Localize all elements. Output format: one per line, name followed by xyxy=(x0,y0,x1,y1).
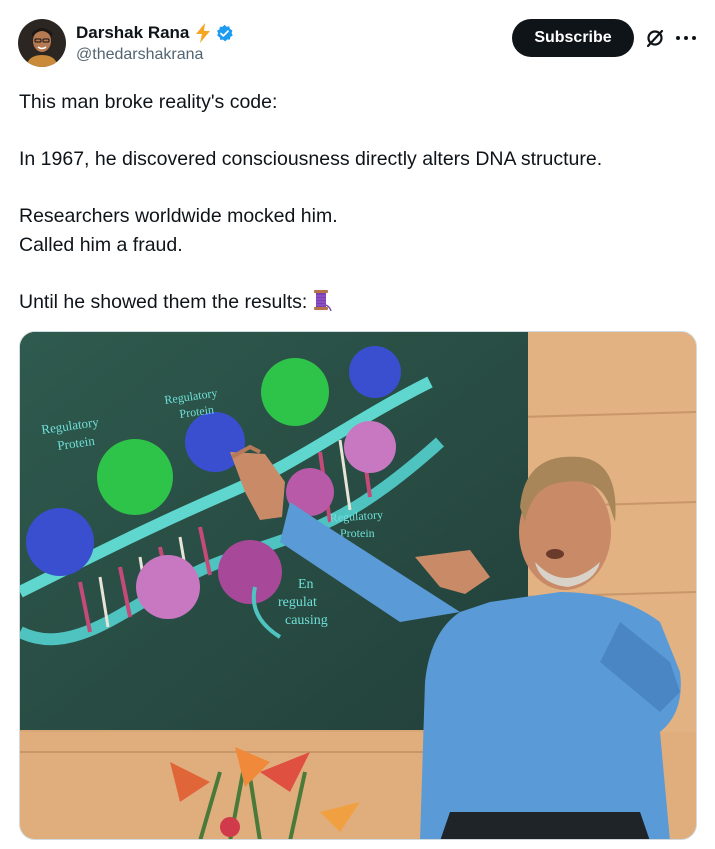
tweet-last-line: Until he showed them the results: xyxy=(19,288,699,317)
tweet-media-image[interactable]: Regulatory Protein Regulatory Protein Re… xyxy=(19,331,697,840)
avatar[interactable] xyxy=(18,19,66,67)
tweet-line: Researchers worldwide mocked him. xyxy=(19,205,338,227)
tweet-line xyxy=(19,117,699,146)
svg-text:Protein: Protein xyxy=(340,526,375,540)
tweet-line: Called him a fraud. xyxy=(19,233,183,256)
subscribe-button[interactable]: Subscribe xyxy=(512,19,634,57)
svg-text:causing: causing xyxy=(285,613,328,628)
more-options-icon[interactable] xyxy=(676,29,696,47)
tweet-text: This man broke reality's code: In 1967, … xyxy=(19,88,699,316)
tweet-line: Until he showed them the results: xyxy=(19,290,308,313)
grok-icon[interactable] xyxy=(644,27,666,49)
tweet-line: This man broke reality's code: xyxy=(19,91,278,113)
svg-text:En: En xyxy=(298,577,314,592)
svg-text:regulat: regulat xyxy=(278,595,317,610)
author-display-name[interactable]: Darshak Rana xyxy=(76,23,189,43)
tweet-line xyxy=(19,174,699,203)
author-name-row: Darshak Rana xyxy=(76,22,234,44)
thread-spool-emoji xyxy=(309,288,333,312)
tweet-line xyxy=(19,259,699,288)
verified-badge-icon xyxy=(215,24,234,43)
lightning-bolt-icon xyxy=(194,23,212,43)
tweet-line: In 1967, he discovered consciousness dir… xyxy=(19,148,603,170)
author-handle[interactable]: @thedarshakrana xyxy=(76,46,203,64)
